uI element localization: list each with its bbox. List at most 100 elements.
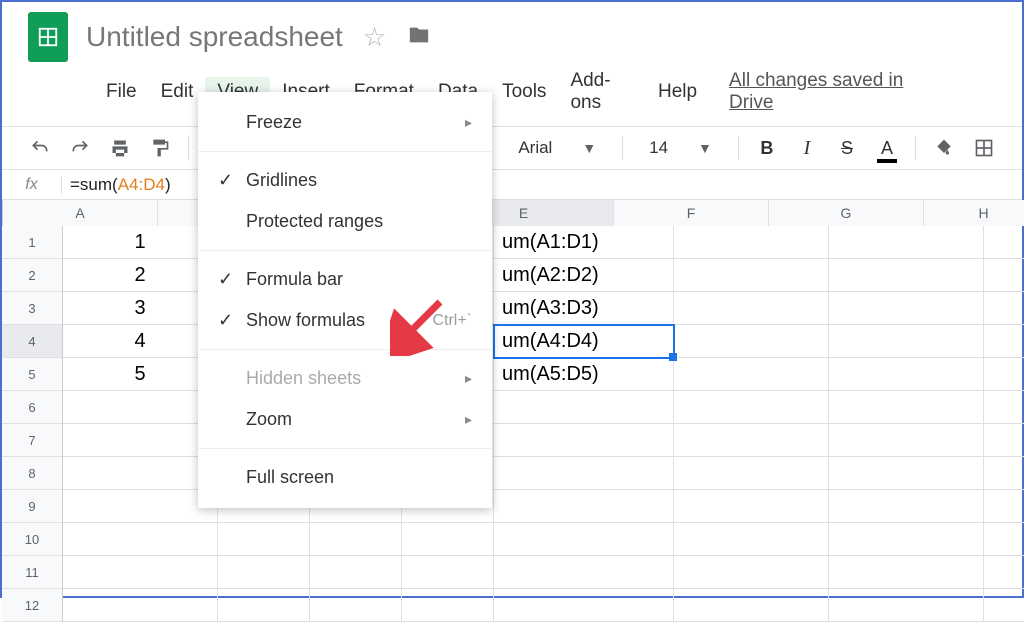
menu-addons[interactable]: Add-ons	[558, 66, 646, 118]
cell-F10[interactable]	[674, 523, 829, 556]
bold-button[interactable]: B	[755, 135, 779, 161]
cell-A11[interactable]	[63, 556, 218, 589]
row-header-9[interactable]: 9	[2, 490, 62, 523]
menu-file[interactable]: File	[94, 77, 149, 107]
save-status[interactable]: All changes saved in Drive	[729, 70, 930, 114]
cell-A3[interactable]: 3	[63, 292, 218, 325]
column-header-F[interactable]: F	[614, 200, 769, 226]
cell-H4[interactable]	[984, 325, 1024, 358]
cell-F4[interactable]	[674, 325, 829, 358]
font-family-select[interactable]: Arial	[518, 138, 552, 158]
cell-D10[interactable]	[402, 523, 494, 556]
row-header-6[interactable]: 6	[2, 391, 62, 424]
row-header-7[interactable]: 7	[2, 424, 62, 457]
cell-H11[interactable]	[984, 556, 1024, 589]
row-header-2[interactable]: 2	[2, 259, 62, 292]
menu-item-formula-bar[interactable]: ✓Formula bar	[198, 259, 492, 300]
cell-E4[interactable]: um(A4:D4)	[494, 325, 674, 358]
cell-D11[interactable]	[402, 556, 494, 589]
italic-button[interactable]: I	[795, 135, 819, 161]
text-color-button[interactable]: A	[875, 135, 899, 161]
cell-F3[interactable]	[674, 292, 829, 325]
cell-H3[interactable]	[984, 292, 1024, 325]
undo-button[interactable]	[28, 135, 52, 161]
cell-A7[interactable]	[63, 424, 218, 457]
cell-E11[interactable]	[494, 556, 674, 589]
cell-G12[interactable]	[829, 589, 984, 622]
fill-color-button[interactable]	[932, 135, 956, 161]
cell-F9[interactable]	[674, 490, 829, 523]
cell-A9[interactable]	[63, 490, 218, 523]
cell-E6[interactable]	[494, 391, 674, 424]
menu-item-freeze[interactable]: Freeze▸	[198, 102, 492, 143]
cell-F8[interactable]	[674, 457, 829, 490]
row-header-3[interactable]: 3	[2, 292, 62, 325]
menu-help[interactable]: Help	[646, 77, 709, 107]
row-header-11[interactable]: 11	[2, 556, 62, 589]
row-header-8[interactable]: 8	[2, 457, 62, 490]
cell-G3[interactable]	[829, 292, 984, 325]
redo-button[interactable]	[68, 135, 92, 161]
row-header-10[interactable]: 10	[2, 523, 62, 556]
cell-A8[interactable]	[63, 457, 218, 490]
cell-H6[interactable]	[984, 391, 1024, 424]
cell-E7[interactable]	[494, 424, 674, 457]
cell-G9[interactable]	[829, 490, 984, 523]
cell-B11[interactable]	[218, 556, 310, 589]
cell-G1[interactable]	[829, 226, 984, 259]
cell-E1[interactable]: um(A1:D1)	[494, 226, 674, 259]
cell-G8[interactable]	[829, 457, 984, 490]
cell-H12[interactable]	[984, 589, 1024, 622]
cell-A10[interactable]	[63, 523, 218, 556]
font-family-dropdown-arrow[interactable]: ▼	[582, 140, 596, 156]
cell-E5[interactable]: um(A5:D5)	[494, 358, 674, 391]
column-header-A[interactable]: A	[3, 200, 158, 226]
cell-A4[interactable]: 4	[63, 325, 218, 358]
strikethrough-button[interactable]: S	[835, 135, 859, 161]
cell-A6[interactable]	[63, 391, 218, 424]
cell-F5[interactable]	[674, 358, 829, 391]
cell-E2[interactable]: um(A2:D2)	[494, 259, 674, 292]
cell-H1[interactable]	[984, 226, 1024, 259]
cell-G4[interactable]	[829, 325, 984, 358]
cell-H5[interactable]	[984, 358, 1024, 391]
row-header-1[interactable]: 1	[2, 226, 62, 259]
sheets-logo[interactable]	[28, 12, 68, 62]
star-icon[interactable]: ☆	[363, 22, 386, 53]
cell-H7[interactable]	[984, 424, 1024, 457]
cell-G10[interactable]	[829, 523, 984, 556]
cell-D12[interactable]	[402, 589, 494, 622]
menu-item-zoom[interactable]: Zoom▸	[198, 399, 492, 440]
cell-B10[interactable]	[218, 523, 310, 556]
formula-input[interactable]: =sum(A4:D4)	[62, 175, 171, 195]
font-size-select[interactable]: 14	[649, 138, 668, 158]
cell-H8[interactable]	[984, 457, 1024, 490]
cell-A12[interactable]	[63, 589, 218, 622]
document-title[interactable]: Untitled spreadsheet	[86, 21, 343, 53]
cell-A2[interactable]: 2	[63, 259, 218, 292]
cell-H9[interactable]	[984, 490, 1024, 523]
font-size-dropdown-arrow[interactable]: ▼	[698, 140, 712, 156]
cell-G6[interactable]	[829, 391, 984, 424]
menu-item-gridlines[interactable]: ✓Gridlines	[198, 160, 492, 201]
cell-G2[interactable]	[829, 259, 984, 292]
cell-C10[interactable]	[310, 523, 402, 556]
row-header-12[interactable]: 12	[2, 589, 62, 622]
cell-E8[interactable]	[494, 457, 674, 490]
cell-F11[interactable]	[674, 556, 829, 589]
menu-item-show-formulas[interactable]: ✓Show formulasCtrl+`	[198, 300, 492, 341]
column-header-H[interactable]: H	[924, 200, 1024, 226]
print-button[interactable]	[108, 135, 132, 161]
cell-E12[interactable]	[494, 589, 674, 622]
cell-B12[interactable]	[218, 589, 310, 622]
cell-A1[interactable]: 1	[63, 226, 218, 259]
cell-C11[interactable]	[310, 556, 402, 589]
cell-C12[interactable]	[310, 589, 402, 622]
cell-E3[interactable]: um(A3:D3)	[494, 292, 674, 325]
cell-F12[interactable]	[674, 589, 829, 622]
cell-G11[interactable]	[829, 556, 984, 589]
borders-button[interactable]	[972, 135, 996, 161]
row-header-4[interactable]: 4	[2, 325, 62, 358]
cell-F1[interactable]	[674, 226, 829, 259]
cell-F7[interactable]	[674, 424, 829, 457]
